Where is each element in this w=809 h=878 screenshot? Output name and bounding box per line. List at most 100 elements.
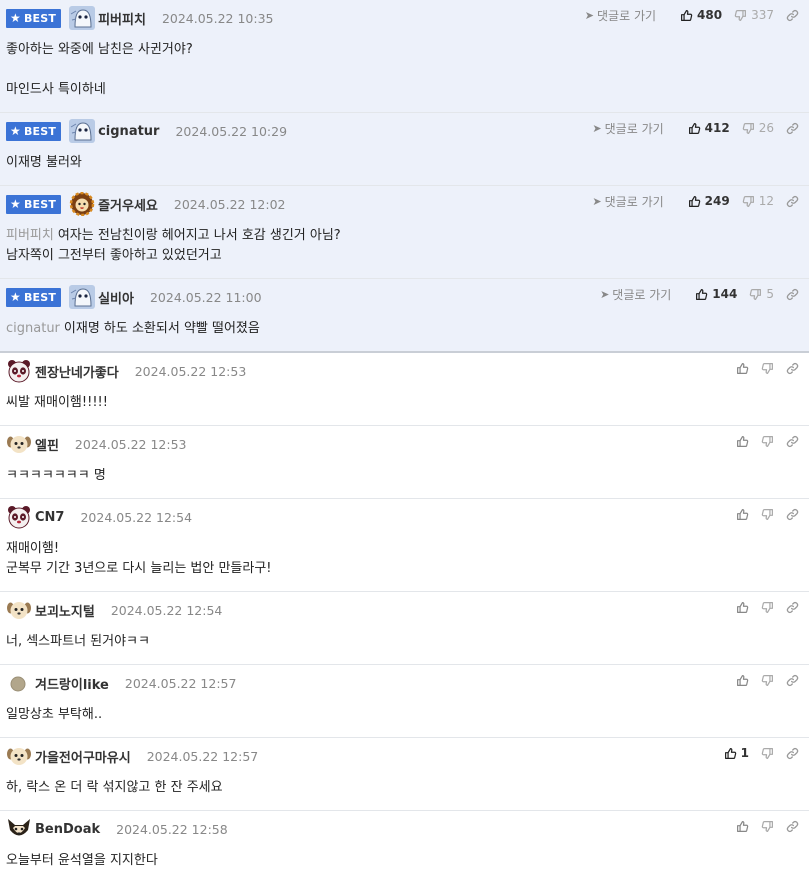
like-button[interactable]: 144 <box>695 287 737 301</box>
share-link-button[interactable] <box>786 820 799 833</box>
avatar[interactable] <box>6 671 32 695</box>
star-icon: ★ <box>10 197 21 211</box>
comment-text: 씨발 재매이햄!!!!! <box>6 395 108 410</box>
like-button[interactable] <box>736 674 749 687</box>
avatar[interactable] <box>6 359 32 383</box>
comment-text: 좋아하는 와중에 남친은 사귄거야? 마인드사 특이하네 <box>6 42 193 97</box>
nickname[interactable]: 엘핀 <box>35 435 59 454</box>
thumbs-down-icon <box>761 601 774 614</box>
dislike-button[interactable] <box>761 674 774 687</box>
nickname[interactable]: BenDoak <box>35 822 100 837</box>
thumbs-up-icon <box>680 9 693 22</box>
best-label: BEST <box>23 290 57 304</box>
avatar[interactable] <box>6 432 32 456</box>
avatar[interactable] <box>69 119 96 143</box>
like-button[interactable]: 249 <box>688 194 730 208</box>
like-count: 480 <box>697 8 723 22</box>
comment-text: 재매이햄! 군복무 기간 3년으로 다시 늘리는 법안 만들라구! <box>6 541 272 576</box>
nickname[interactable]: CN7 <box>35 510 64 525</box>
nickname[interactable]: 피버피치 <box>98 9 146 28</box>
dislike-button[interactable] <box>761 820 774 833</box>
goto-comment-link[interactable]: ➤ 댓글로 가기 <box>600 286 671 303</box>
comment-actions: ➤ 댓글로 가기 249 12 <box>592 192 799 210</box>
star-icon: ★ <box>10 124 21 138</box>
like-button[interactable] <box>736 508 749 521</box>
nickname[interactable]: 가을전어구마유시 <box>35 747 131 766</box>
share-link-button[interactable] <box>786 435 799 448</box>
avatar[interactable] <box>6 744 32 768</box>
nickname[interactable]: cignatur <box>98 124 159 139</box>
nickname[interactable]: 즐거우세요 <box>98 195 158 214</box>
best-badge: ★ BEST <box>6 287 62 307</box>
dislike-button[interactable]: 26 <box>742 121 774 135</box>
best-badge: ★ BEST <box>6 121 62 141</box>
goto-label: 댓글로 가기 <box>604 194 664 209</box>
dislike-button[interactable] <box>761 362 774 375</box>
nickname[interactable]: 겨드랑이like <box>35 674 109 693</box>
thumbs-down-icon <box>734 9 747 22</box>
share-link-button[interactable] <box>786 9 799 22</box>
avatar[interactable] <box>6 505 32 529</box>
comment-header: 보괴노지털 2024.05.22 12:54 <box>6 598 801 622</box>
like-button[interactable] <box>736 362 749 375</box>
share-link-button[interactable] <box>786 601 799 614</box>
mention-nickname[interactable]: cignatur <box>6 321 60 336</box>
link-icon <box>786 9 799 22</box>
star-icon: ★ <box>10 290 21 304</box>
comment-date: 2024.05.22 12:02 <box>173 196 286 212</box>
dislike-button[interactable] <box>761 747 774 760</box>
link-icon <box>786 122 799 135</box>
dislike-button[interactable] <box>761 601 774 614</box>
like-count: 144 <box>712 287 738 301</box>
like-count: 412 <box>704 121 730 135</box>
nickname[interactable]: 보괴노지털 <box>35 601 95 620</box>
like-button[interactable]: 1 <box>724 746 749 760</box>
dislike-button[interactable] <box>761 435 774 448</box>
comment-item: 겨드랑이like 2024.05.22 12:57 일망상초 부탁해.. <box>0 665 809 738</box>
avatar[interactable] <box>6 817 32 841</box>
like-button[interactable]: 412 <box>688 121 730 135</box>
comment-item: ★ BEST 즐거우세요 2024.05.22 12:02 ➤ 댓글로 가기 249… <box>0 186 809 279</box>
dislike-button[interactable]: 12 <box>742 194 774 208</box>
goto-label: 댓글로 가기 <box>612 287 672 302</box>
like-button[interactable] <box>736 601 749 614</box>
send-arrow-icon: ➤ <box>592 194 602 208</box>
avatar[interactable] <box>69 6 96 30</box>
nickname[interactable]: 실비아 <box>98 288 134 307</box>
avatar[interactable] <box>69 192 95 216</box>
comment-text: 일망상초 부탁해.. <box>6 707 103 722</box>
share-link-button[interactable] <box>786 747 799 760</box>
dislike-button[interactable] <box>761 508 774 521</box>
dislike-count: 26 <box>758 121 774 135</box>
comment-date: 2024.05.22 12:54 <box>110 602 223 618</box>
goto-comment-link[interactable]: ➤ 댓글로 가기 <box>592 193 663 210</box>
nickname[interactable]: 젠장난네가좋다 <box>35 362 119 381</box>
like-button[interactable]: 480 <box>680 8 722 22</box>
comment-actions <box>724 432 799 450</box>
dislike-count: 337 <box>751 8 774 22</box>
comment-item: CN7 2024.05.22 12:54 재매이햄! 군복무 기간 3년으로 다… <box>0 499 809 592</box>
share-link-button[interactable] <box>786 362 799 375</box>
dislike-button[interactable]: 337 <box>734 8 774 22</box>
comment-item: ★ BEST 피버피치 2024.05.22 10:35 ➤ 댓글로 가기 480 … <box>0 0 809 113</box>
share-link-button[interactable] <box>786 122 799 135</box>
goto-comment-link[interactable]: ➤ 댓글로 가기 <box>585 7 656 24</box>
send-arrow-icon: ➤ <box>592 121 602 135</box>
share-link-button[interactable] <box>786 195 799 208</box>
comment-item: 보괴노지털 2024.05.22 12:54 너, 섹스파트너 된거야ㅋㅋ <box>0 592 809 665</box>
goto-comment-link[interactable]: ➤ 댓글로 가기 <box>592 120 663 137</box>
share-link-button[interactable] <box>786 288 799 301</box>
link-icon <box>786 674 799 687</box>
avatar[interactable] <box>69 285 96 309</box>
link-icon <box>786 820 799 833</box>
comment-header: 가을전어구마유시 2024.05.22 12:57 <box>6 744 801 768</box>
avatar[interactable] <box>6 598 32 622</box>
share-link-button[interactable] <box>786 508 799 521</box>
dislike-button[interactable]: 5 <box>749 287 774 301</box>
share-link-button[interactable] <box>786 674 799 687</box>
mention-nickname[interactable]: 피버피치 <box>6 228 54 243</box>
comment-body: 씨발 재매이햄!!!!! <box>6 383 801 425</box>
comment-text: 이재명 하도 소환되서 약빨 떨어졌음 <box>63 321 260 336</box>
like-button[interactable] <box>736 820 749 833</box>
like-button[interactable] <box>736 435 749 448</box>
